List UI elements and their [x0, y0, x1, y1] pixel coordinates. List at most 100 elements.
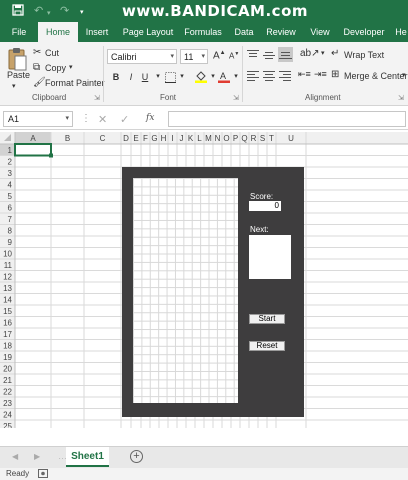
- plus-icon[interactable]: +: [130, 450, 143, 463]
- row-header: 25: [3, 422, 12, 428]
- formula-input[interactable]: [168, 111, 406, 127]
- clipboard-launcher-icon[interactable]: ⇲: [94, 94, 100, 102]
- row-header: 22: [3, 388, 12, 397]
- copy-icon[interactable]: ⧉: [33, 62, 40, 73]
- tab-view[interactable]: View: [308, 22, 332, 42]
- copy-dropdown-icon[interactable]: ▾: [69, 63, 73, 71]
- orientation-dropdown-icon[interactable]: ▾: [321, 49, 325, 57]
- decrease-indent-icon[interactable]: ⇤≡: [298, 69, 311, 80]
- next-piece-preview: [249, 235, 291, 279]
- paste-button[interactable]: Paste: [7, 70, 30, 80]
- row-header: 14: [3, 296, 12, 305]
- cancel-icon[interactable]: ✕: [98, 113, 107, 126]
- tab-file[interactable]: File: [6, 22, 32, 42]
- row-header: 16: [3, 319, 12, 328]
- font-group-label: Font: [160, 93, 177, 102]
- status-bar: Ready: [0, 468, 408, 480]
- redo-icon[interactable]: ↷: [60, 4, 69, 18]
- font-size-select[interactable]: 11 ▾: [180, 49, 208, 64]
- copy-button[interactable]: Copy: [45, 63, 66, 73]
- cut-icon[interactable]: ✂: [33, 47, 41, 58]
- align-right-icon[interactable]: [279, 70, 291, 82]
- row-header: 10: [3, 250, 12, 259]
- worksheet-grid[interactable]: A B C D E F G H I J K L M N O P Q R S T U 1 2 3 4 5 6 7 8 9 10 11 12 13 14…: [0, 132, 408, 428]
- macro-record-icon[interactable]: [38, 469, 48, 480]
- next-label: Next:: [250, 225, 269, 234]
- tab-home[interactable]: Home: [38, 22, 78, 42]
- column-header: G: [151, 134, 157, 143]
- increase-indent-icon[interactable]: ⇥≡: [314, 69, 327, 80]
- column-header: U: [288, 134, 294, 143]
- column-header: I: [171, 134, 173, 143]
- column-header: E: [133, 134, 138, 143]
- underline-button[interactable]: U: [139, 70, 151, 84]
- group-divider: [103, 46, 104, 102]
- shrink-font-button[interactable]: A▼: [229, 51, 239, 61]
- font-family-select[interactable]: Calibri ▾: [107, 49, 177, 64]
- align-left-icon[interactable]: [247, 70, 259, 82]
- scroll-right-icon[interactable]: ▶: [34, 452, 40, 461]
- row-header: 23: [3, 399, 12, 408]
- cut-button[interactable]: Cut: [45, 48, 59, 58]
- merge-center-button[interactable]: Merge & Center: [344, 71, 408, 81]
- font-color-dropdown-icon[interactable]: ▾: [230, 70, 242, 84]
- wrap-text-button[interactable]: Wrap Text: [344, 50, 384, 60]
- save-icon[interactable]: [12, 4, 24, 20]
- align-center-icon[interactable]: [263, 70, 275, 82]
- start-button[interactable]: Start: [249, 314, 285, 324]
- sheet-tab-sheet1[interactable]: Sheet1: [66, 447, 109, 467]
- column-header: T: [269, 134, 274, 143]
- merge-dropdown-icon[interactable]: ▾: [402, 71, 406, 79]
- column-header: D: [123, 134, 129, 143]
- scroll-left-icon[interactable]: ◀: [12, 452, 18, 461]
- reset-button[interactable]: Reset: [249, 341, 285, 351]
- font-color-icon[interactable]: A: [218, 70, 230, 84]
- row-header: 2: [8, 158, 13, 167]
- paste-dropdown-icon[interactable]: ▾: [12, 82, 16, 90]
- orientation-icon[interactable]: ab↗: [300, 48, 320, 59]
- underline-dropdown-icon[interactable]: ▾: [152, 70, 164, 84]
- merge-center-icon[interactable]: ⊞: [331, 69, 339, 80]
- tab-insert[interactable]: Insert: [82, 22, 112, 42]
- column-header: K: [188, 134, 194, 143]
- font-launcher-icon[interactable]: ⇲: [233, 94, 239, 102]
- insert-function-icon[interactable]: fx: [146, 113, 154, 123]
- tab-developer[interactable]: Developer: [342, 22, 386, 42]
- fill-color-icon[interactable]: [195, 70, 207, 84]
- more-options-icon: ⋮: [81, 113, 91, 124]
- tab-help[interactable]: He: [394, 22, 408, 42]
- row-header: 6: [8, 204, 13, 213]
- svg-text:A: A: [220, 71, 226, 81]
- borders-dropdown-icon[interactable]: ▾: [176, 70, 188, 84]
- column-header: J: [180, 134, 184, 143]
- alignment-launcher-icon[interactable]: ⇲: [398, 94, 404, 102]
- row-header: 17: [3, 330, 12, 339]
- bold-button[interactable]: B: [110, 70, 122, 84]
- tab-review[interactable]: Review: [264, 22, 298, 42]
- chevron-down-icon: ▾: [201, 53, 205, 60]
- tab-data[interactable]: Data: [232, 22, 256, 42]
- format-painter-button[interactable]: Format Painter: [45, 78, 105, 88]
- italic-button[interactable]: I: [125, 70, 137, 84]
- group-divider: [242, 46, 243, 102]
- undo-dropdown-icon[interactable]: ▾: [47, 7, 51, 21]
- row-header: 18: [3, 342, 12, 351]
- align-middle-icon[interactable]: [263, 49, 275, 61]
- name-box[interactable]: A1 ▾: [3, 111, 73, 127]
- align-top-icon[interactable]: [247, 49, 259, 61]
- grow-font-button[interactable]: A▲: [213, 50, 226, 61]
- column-header: R: [251, 134, 257, 143]
- formula-bar: A1 ▾ ⋮ ✕ ✓ fx: [0, 108, 408, 130]
- borders-icon[interactable]: [164, 70, 176, 84]
- tab-page-layout[interactable]: Page Layout: [122, 22, 174, 42]
- align-bottom-icon[interactable]: [278, 47, 293, 62]
- tab-formulas[interactable]: Formulas: [182, 22, 224, 42]
- wrap-text-icon[interactable]: ↵: [331, 48, 339, 59]
- alignment-group-label: Alignment: [305, 93, 341, 102]
- row-header: 7: [8, 215, 13, 224]
- undo-icon[interactable]: ↶: [34, 4, 43, 18]
- row-header: 12: [3, 273, 12, 282]
- format-painter-icon[interactable]: 🖌: [33, 77, 46, 88]
- customize-qat-icon[interactable]: ▾: [80, 6, 84, 20]
- enter-icon[interactable]: ✓: [120, 113, 129, 126]
